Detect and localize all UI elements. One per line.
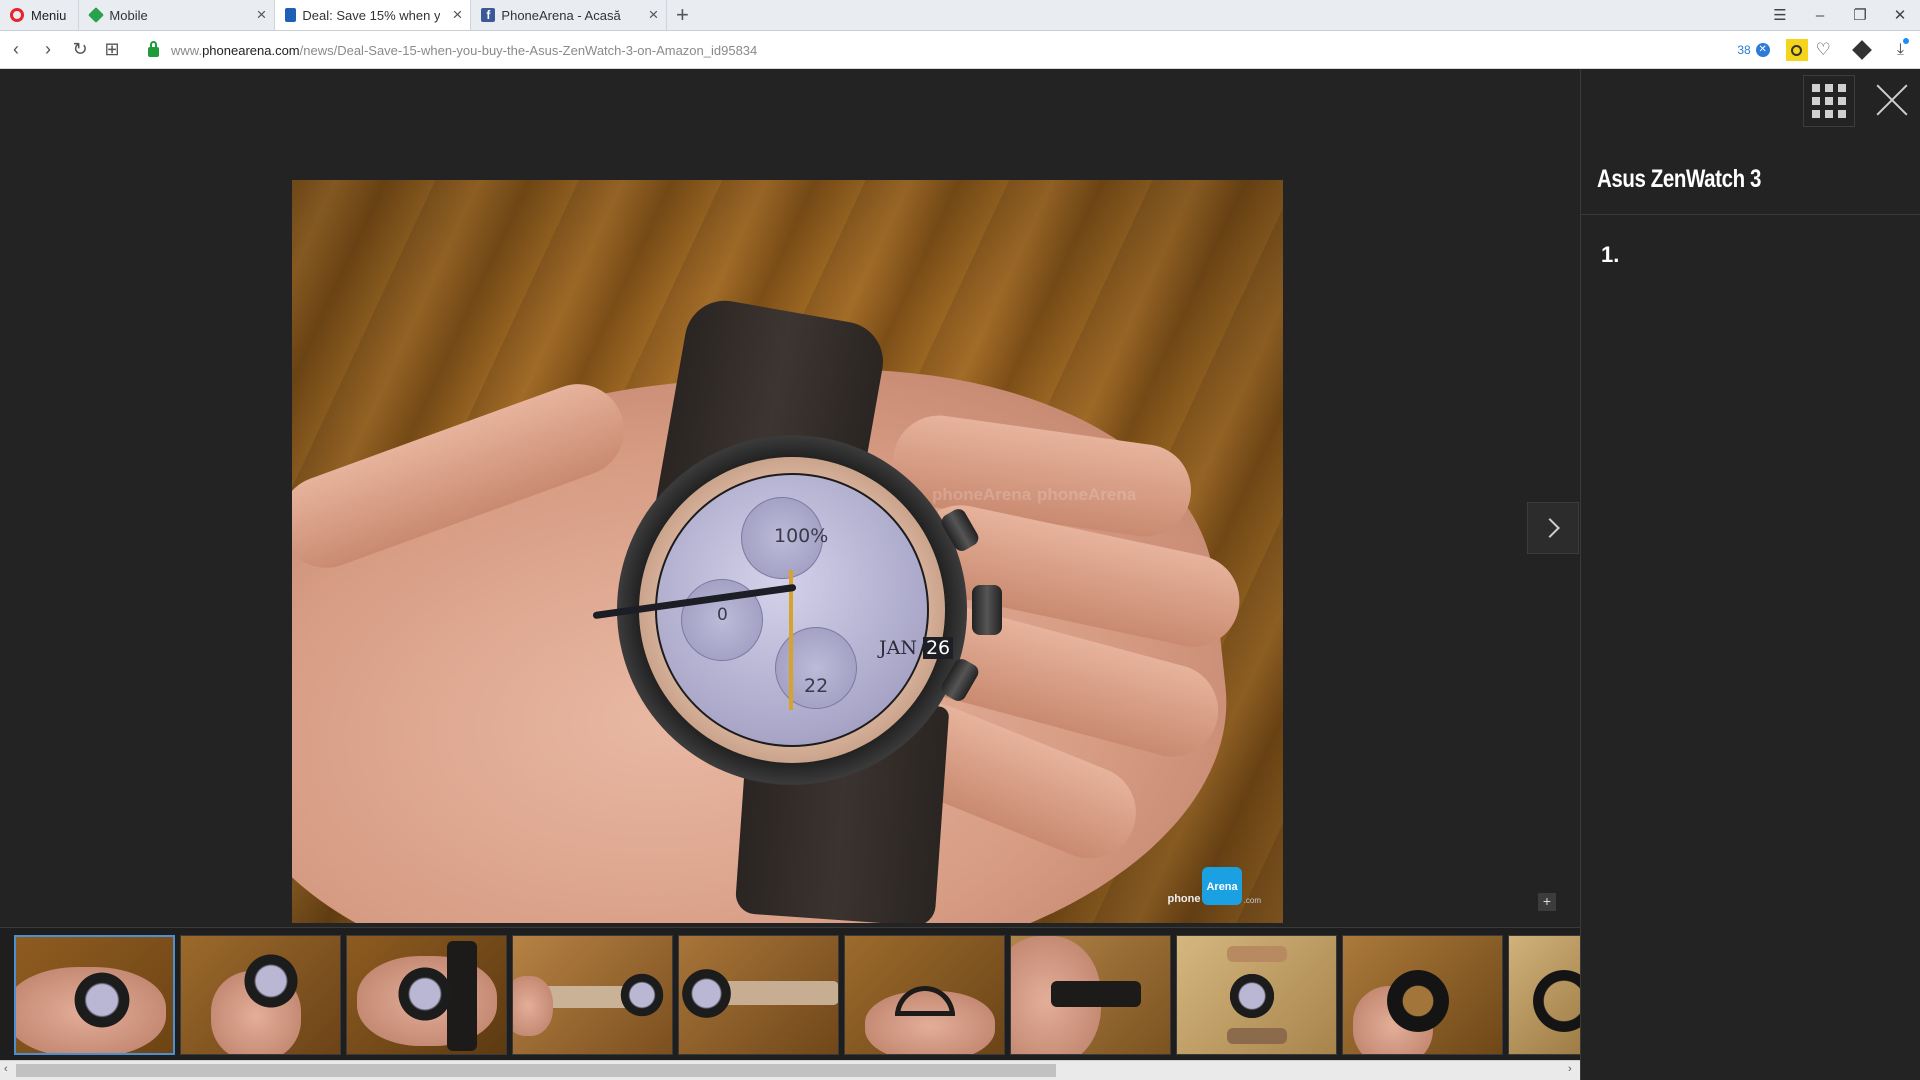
gallery-stage: 100% 0 22 JAN 26 phoneArena phoneArena ph… [0,70,1580,926]
tab-menu-icon[interactable]: ☰ [1760,6,1800,24]
battery-readout: 100% [774,525,829,547]
subdial-center-readout: 0 [717,605,728,625]
url-path: /news/Deal-Save-15-when-you-buy-the-Asus… [299,42,758,58]
thumbnail-strip [0,927,1580,1060]
scrollbar-thumb[interactable] [16,1064,1056,1077]
new-tab-button[interactable]: + [667,0,697,30]
logo-phone-text: phone [1167,893,1201,905]
thumbnail-8[interactable] [1176,935,1337,1055]
reload-icon[interactable]: ↻ [64,39,96,60]
tab-mobile[interactable]: Mobile × [79,0,276,30]
navigation-bar: ‹ › ↻ ⊞ www. phonearena.com /news/Deal-S… [0,31,1920,69]
thumbnail-6[interactable] [844,935,1005,1055]
date-window: JAN 26 [879,637,954,659]
close-gallery-icon[interactable] [1874,82,1910,118]
mobile-favicon-icon [88,7,105,23]
close-window-icon[interactable]: ✕ [1880,6,1920,24]
gallery-side-panel: Asus ZenWatch 3 1. [1580,70,1920,1080]
tab-phonearena-facebook[interactable]: f PhoneArena - Acasă × [471,0,668,30]
downloads-icon[interactable]: ⤓ [1897,38,1910,59]
close-tab-icon[interactable]: × [648,6,658,23]
thumbnail-9[interactable] [1342,935,1503,1055]
chevron-right-icon [1540,518,1560,538]
opera-menu-button[interactable]: Meniu [0,0,80,30]
extension-icon[interactable] [1852,40,1872,60]
blocked-ads-count: 38 [1737,43,1751,57]
image-index: 1. [1601,242,1620,267]
phonearena-favicon-icon [285,8,297,22]
date-month: JAN [879,637,917,659]
horizontal-scrollbar[interactable]: ‹ › [0,1060,1580,1080]
menu-label: Meniu [31,7,67,23]
date-day: 26 [922,637,954,659]
toolbar-right: 38 ✕ ♡ ⤓ [1737,31,1920,69]
forward-icon[interactable]: › [32,39,64,60]
tab-deal-article[interactable]: Deal: Save 15% when you × [275,0,472,30]
expand-button[interactable]: + [1538,893,1556,911]
opera-logo-icon [10,8,24,22]
tab-title: Deal: Save 15% when you [302,7,441,23]
photo-watermark: phoneArena [1037,485,1137,504]
scroll-left-icon[interactable]: ‹ [4,1063,8,1075]
minimize-icon[interactable]: – [1800,7,1840,24]
tab-bar: Meniu Mobile × Deal: Save 15% when you ×… [0,0,1920,31]
tab-title: Mobile [109,7,148,23]
address-field[interactable]: www. phonearena.com /news/Deal-Save-15-w… [138,36,1768,64]
logo-com-text: .com [1243,896,1261,905]
close-tab-icon[interactable]: × [452,6,462,23]
gallery-title: Asus ZenWatch 3 [1597,165,1761,193]
thumbnail-7[interactable] [1010,935,1171,1055]
steps-readout: 22 [804,675,829,697]
back-icon[interactable]: ‹ [0,39,32,60]
thumbnail-5[interactable] [678,935,839,1055]
ad-block-shield-icon[interactable] [1785,39,1808,61]
ad-blocker-close-icon[interactable]: ✕ [1755,43,1770,57]
grid-view-icon[interactable] [1803,75,1855,127]
thumbnail-4[interactable] [512,935,673,1055]
thumbnail-3[interactable] [346,935,507,1055]
thumbnail-1[interactable] [14,935,175,1055]
thumbnail-2[interactable] [180,935,341,1055]
logo-arena-text: Arena [1202,867,1242,905]
photo-watermark: phoneArena [932,485,1032,504]
phonearena-logo: phone Arena .com [1167,867,1261,905]
divider [1581,214,1920,215]
next-image-button[interactable] [1527,502,1579,554]
tab-title: PhoneArena - Acasă [501,7,621,23]
window-controls: ☰ – ❐ ✕ [1760,0,1920,30]
url-prefix: www. [171,42,203,58]
lock-icon [148,41,159,57]
bookmark-heart-icon[interactable]: ♡ [1816,40,1831,60]
speed-dial-icon[interactable]: ⊞ [96,39,128,60]
restore-icon[interactable]: ❐ [1840,6,1880,24]
facebook-favicon-icon: f [481,8,496,22]
watch-crown [972,585,1002,635]
scroll-right-icon[interactable]: › [1568,1063,1572,1075]
url-host: phonearena.com [202,42,300,58]
close-tab-icon[interactable]: × [256,6,266,23]
main-photo-asus-zenwatch-3[interactable]: 100% 0 22 JAN 26 phoneArena phoneArena ph… [292,180,1283,923]
thumbnail-10[interactable] [1508,935,1580,1055]
